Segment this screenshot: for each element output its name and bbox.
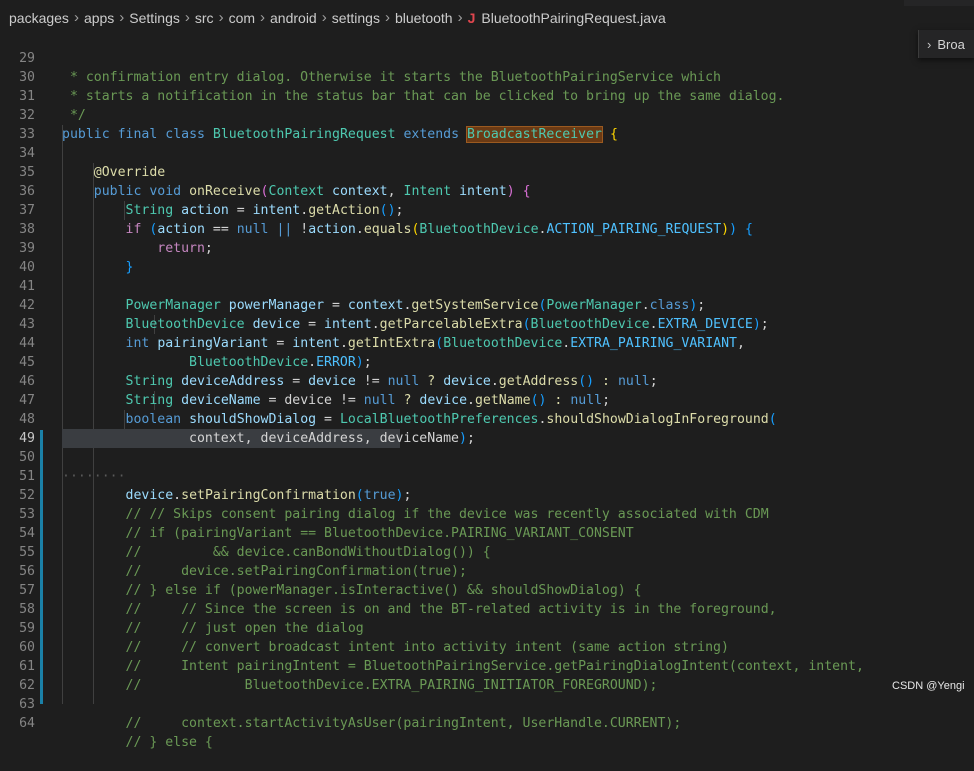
chevron-right-icon: › (321, 9, 327, 26)
code-line: 35 public void onReceive(Context context… (0, 144, 974, 199)
code-line: 52 // // Skips consent pairing dialog if… (0, 467, 974, 522)
code-line: 57 // // Since the screen is on and the … (0, 562, 974, 617)
line-number: 64 (19, 716, 35, 731)
java-file-icon: J (467, 9, 476, 26)
code-editor[interactable]: 29 * confirmation entry dialog. Otherwis… (0, 30, 974, 750)
code-line: 61 // BluetoothDevice.EXTRA_PAIRING_INIT… (0, 638, 974, 693)
code-line: 55 // device.setPairingConfirmation(true… (0, 524, 974, 579)
code-line: 34 @Override (0, 125, 974, 180)
code-line: 30 * starts a notification in the status… (0, 49, 974, 104)
chevron-right-icon: › (119, 9, 125, 26)
code-line: 43 int pairingVariant = intent.getIntExt… (0, 296, 974, 351)
code-line: 49 (0, 410, 974, 446)
breadcrumb-item[interactable]: com (229, 10, 255, 26)
code-line: 63 // context.startActivityAsUser(pairin… (0, 676, 974, 731)
breadcrumb-item[interactable]: src (195, 10, 214, 26)
code-line: 42 BluetoothDevice device = intent.getPa… (0, 277, 974, 332)
chevron-right-icon: › (384, 9, 390, 26)
code-line: 31 */ (0, 68, 974, 123)
code-line: 51 (0, 448, 974, 484)
chevron-right-icon: › (73, 9, 79, 26)
code-line: 53 // if (pairingVariant == BluetoothDev… (0, 486, 974, 541)
code-line: 58 // // just open the dialog (0, 581, 974, 636)
code-line: 39 } (0, 220, 974, 275)
code-line: 36 String action = intent.getAction(); (0, 163, 974, 218)
code-line: 33 (0, 106, 974, 142)
breadcrumb-item[interactable]: packages (9, 10, 69, 26)
breadcrumb-item[interactable]: apps (84, 10, 114, 26)
code-line: 32 public final class BluetoothPairingRe… (0, 87, 974, 143)
code-line: 46 String deviceName = device != null ? … (0, 353, 974, 408)
chevron-right-icon: › (260, 9, 266, 26)
chevron-right-icon: › (218, 9, 224, 26)
breadcrumb-item[interactable]: android (270, 10, 317, 26)
code-text: // context.startActivityAsUser(pairingIn… (125, 716, 682, 731)
chevron-right-icon: › (927, 36, 932, 52)
sticky-scroll-peek[interactable]: › Broa (918, 30, 974, 58)
code-line: 40 (0, 239, 974, 275)
code-line: 54 // && device.canBondWithoutDialog()) … (0, 505, 974, 560)
code-line: 50 ········ device.setPairingConfirmatio… (0, 429, 974, 503)
chevron-right-icon: › (457, 9, 463, 26)
code-line: 60 // Intent pairingIntent = BluetoothPa… (0, 619, 974, 674)
code-line: 41 PowerManager powerManager = context.g… (0, 258, 974, 313)
chevron-right-icon: › (184, 9, 190, 26)
code-line: 38 return; (0, 201, 974, 256)
editor-tab-strip (904, 0, 974, 6)
breadcrumb-file[interactable]: BluetoothPairingRequest.java (481, 10, 665, 26)
code-text: // } else { (125, 735, 213, 750)
code-line: 48 context, deviceAddress, deviceName); (0, 391, 974, 446)
code-line: 59 // // convert broadcast intent into a… (0, 600, 974, 655)
code-line: 56 // } else if (powerManager.isInteract… (0, 543, 974, 598)
breadcrumb-item[interactable]: bluetooth (395, 10, 453, 26)
code-line: 62 (0, 657, 974, 693)
peek-label: Broa (937, 36, 965, 52)
code-line: 64 // } else { (0, 695, 974, 750)
watermark: CSDN @Yengi (892, 680, 965, 692)
code-line: 47 boolean shouldShowDialog = LocalBluet… (0, 372, 974, 427)
code-line: 29 * confirmation entry dialog. Otherwis… (0, 30, 974, 85)
breadcrumb-item[interactable]: settings (332, 10, 380, 26)
code-line: 44 BluetoothDevice.ERROR); (0, 315, 974, 370)
code-line: 45 String deviceAddress = device != null… (0, 334, 974, 389)
code-line: 37 if (action == null || !action.equals(… (0, 182, 974, 237)
breadcrumb-item[interactable]: Settings (129, 10, 180, 26)
